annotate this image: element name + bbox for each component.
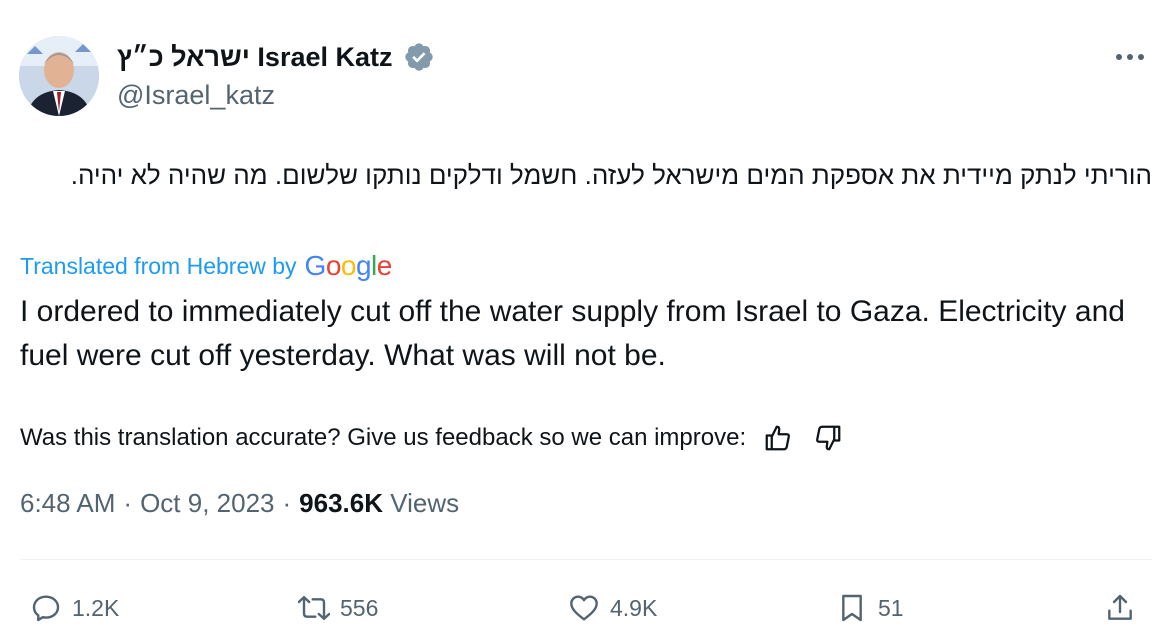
retweet-icon bbox=[298, 596, 330, 620]
meta-separator: · bbox=[282, 488, 292, 518]
ellipsis-icon bbox=[1116, 54, 1144, 60]
view-count[interactable]: 963.6K Views bbox=[299, 488, 459, 519]
verified-badge-icon[interactable] bbox=[403, 41, 435, 73]
feedback-prompt: Was this translation accurate? Give us f… bbox=[20, 424, 747, 451]
more-options-button[interactable] bbox=[1112, 42, 1148, 72]
retweet-button[interactable]: 556 bbox=[298, 586, 378, 630]
translation-attribution: Translated from Hebrew by Google bbox=[20, 250, 392, 282]
avatar[interactable] bbox=[19, 36, 99, 116]
translation-feedback: Was this translation accurate? Give us f… bbox=[20, 420, 846, 456]
author-name-row[interactable]: ישראל כ״ץ Israel Katz bbox=[117, 38, 435, 76]
reply-icon bbox=[32, 595, 60, 622]
bookmark-icon bbox=[842, 594, 862, 622]
thumbs-down-icon bbox=[816, 425, 841, 451]
author-display-name[interactable]: ישראל כ״ץ Israel Katz bbox=[117, 42, 393, 73]
tweet-metadata: 6:48 AM · Oct 9, 2023 · 963.6K Views bbox=[20, 488, 459, 519]
translated-label: Translated from Hebrew by bbox=[20, 252, 297, 279]
view-count-label: Views bbox=[390, 488, 460, 518]
like-button[interactable]: 4.9K bbox=[568, 586, 657, 630]
reply-button[interactable]: 1.2K bbox=[30, 586, 119, 630]
thumbs-up-icon bbox=[765, 425, 791, 451]
tweet-text-translated: I ordered to immediately cut off the wat… bbox=[20, 295, 1125, 372]
like-count: 4.9K bbox=[610, 594, 658, 621]
meta-separator: · bbox=[123, 488, 133, 518]
reply-count: 1.2K bbox=[72, 594, 120, 621]
share-button[interactable] bbox=[1104, 586, 1136, 630]
retweet-count: 556 bbox=[340, 594, 379, 621]
thumbs-down-button[interactable] bbox=[810, 420, 846, 456]
bookmark-count: 51 bbox=[878, 594, 904, 621]
avatar-image bbox=[19, 36, 99, 116]
google-logo: Google bbox=[304, 250, 393, 281]
share-icon bbox=[1108, 594, 1132, 620]
tweet-text-original: הוריתי לנתק מיידית את אספקת המים מישראל … bbox=[70, 160, 1152, 190]
author-handle[interactable]: @Israel_katz bbox=[117, 80, 275, 111]
bookmark-button[interactable]: 51 bbox=[836, 586, 904, 630]
tweet-time[interactable]: 6:48 AM bbox=[20, 488, 115, 519]
view-count-value: 963.6K bbox=[299, 488, 384, 518]
tweet-date[interactable]: Oct 9, 2023 bbox=[140, 488, 274, 519]
thumbs-up-button[interactable] bbox=[760, 420, 796, 456]
heart-icon bbox=[570, 595, 598, 621]
divider bbox=[20, 559, 1152, 560]
tweet-actions-bar: 1.2K 556 4.9K 51 bbox=[0, 586, 1176, 630]
